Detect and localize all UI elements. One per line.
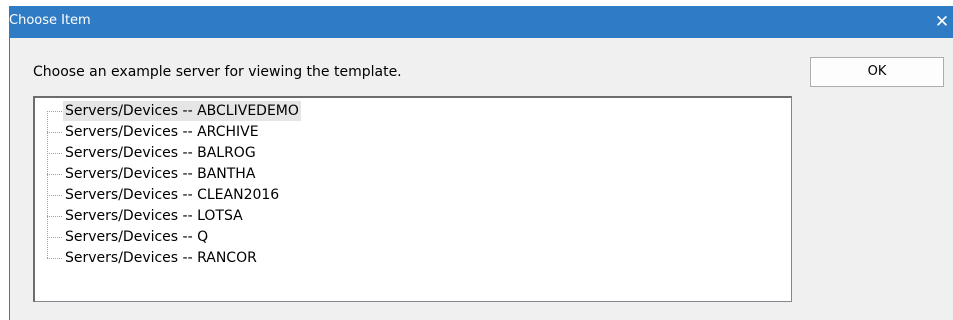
server-tree-view[interactable]: Servers/Devices -- ABCLIVEDEMO Servers/D… xyxy=(33,96,792,302)
tree-item-abclivedemo[interactable]: Servers/Devices -- ABCLIVEDEMO xyxy=(63,101,301,121)
ok-button-label: OK xyxy=(867,64,887,79)
dialog-body: Choose an example server for viewing the… xyxy=(10,38,953,320)
tree-item-balrog[interactable]: Servers/Devices -- BALROG xyxy=(63,143,258,163)
choose-item-dialog: Choose Item ✕ Choose an example server f… xyxy=(9,6,953,320)
title-bar[interactable]: Choose Item ✕ xyxy=(9,6,953,38)
close-button[interactable]: ✕ xyxy=(931,10,953,34)
ok-button[interactable]: OK xyxy=(810,57,944,87)
tree-item-bantha[interactable]: Servers/Devices -- BANTHA xyxy=(63,164,257,184)
tree-item-rancor[interactable]: Servers/Devices -- RANCOR xyxy=(63,248,259,268)
window-title: Choose Item xyxy=(9,13,91,28)
tree-item-q[interactable]: Servers/Devices -- Q xyxy=(63,227,210,247)
close-icon: ✕ xyxy=(934,12,950,32)
tree-item-lotsa[interactable]: Servers/Devices -- LOTSA xyxy=(63,206,245,226)
tree-item-archive[interactable]: Servers/Devices -- ARCHIVE xyxy=(63,122,261,142)
tree-item-clean2016[interactable]: Servers/Devices -- CLEAN2016 xyxy=(63,185,281,205)
prompt-label: Choose an example server for viewing the… xyxy=(33,64,402,80)
